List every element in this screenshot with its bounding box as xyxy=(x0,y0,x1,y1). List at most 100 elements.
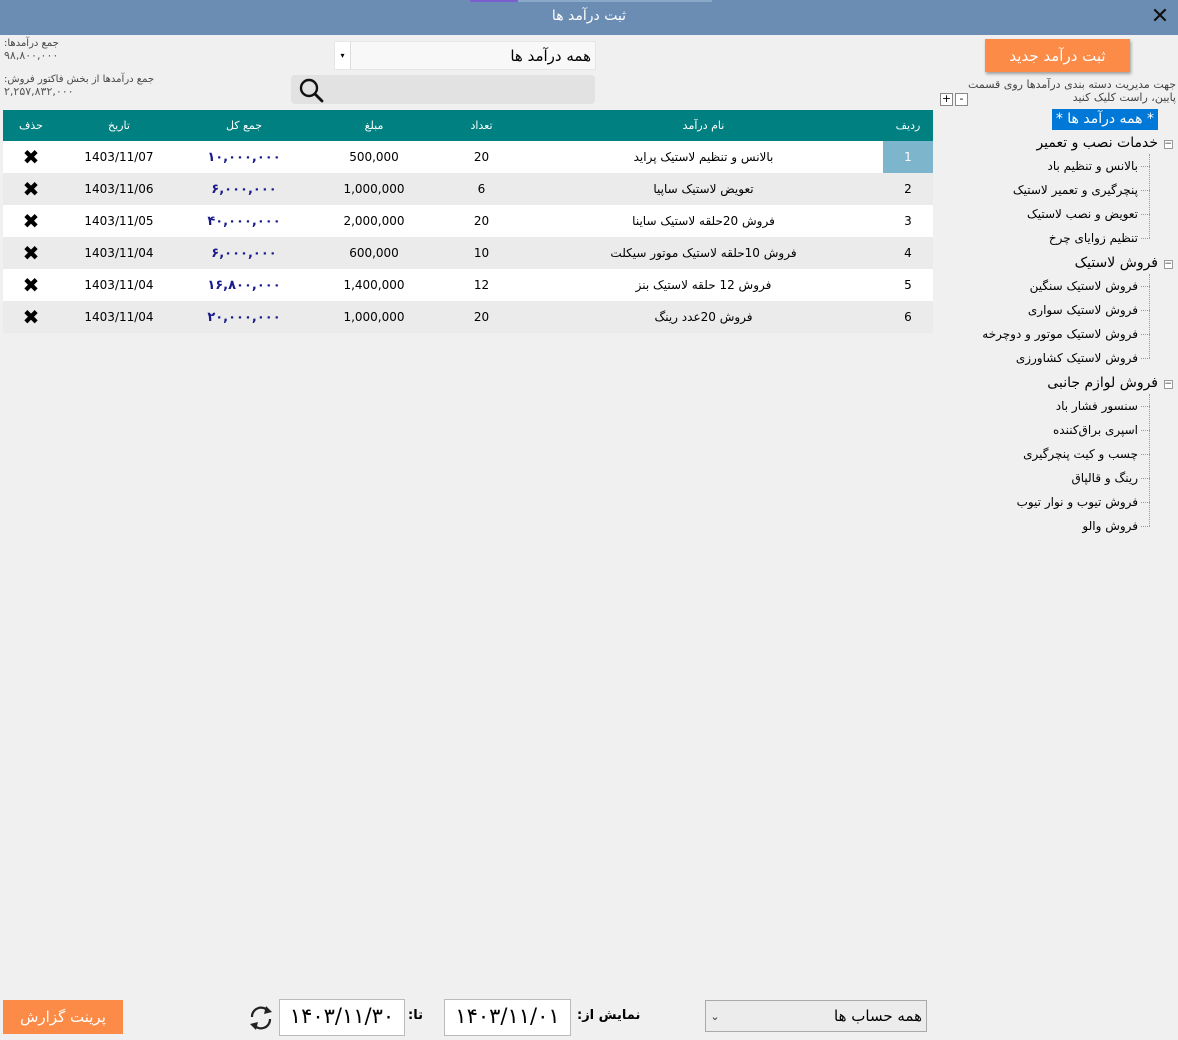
cell-date: 1403/11/05 xyxy=(59,205,179,237)
tree-item[interactable]: تعویض و نصب لاستیک xyxy=(1027,207,1138,221)
income-filter-select[interactable]: ▾ همه درآمد ها xyxy=(334,41,596,70)
header-delete[interactable]: حذف xyxy=(3,110,59,141)
tree-item[interactable]: فروش لاستیک موتور و دوچرخه xyxy=(982,327,1138,341)
to-date-label: تا: xyxy=(408,1008,423,1023)
cell-count: 20 xyxy=(439,141,524,173)
search-input[interactable] xyxy=(333,78,589,100)
delete-icon[interactable]: ✖ xyxy=(3,205,59,237)
collapse-all-button[interactable]: - xyxy=(955,93,968,106)
cell-row-number[interactable]: 1 xyxy=(883,141,933,173)
table-header-row: حذف تاریخ جمع کل مبلغ تعداد نام درآمد رد… xyxy=(3,110,933,141)
collapse-icon[interactable]: − xyxy=(1164,380,1173,389)
header-row[interactable]: ردیف xyxy=(883,110,933,141)
cell-row-number[interactable]: 5 xyxy=(883,269,933,301)
cell-amount: 1,400,000 xyxy=(309,269,439,301)
collapse-icon[interactable]: − xyxy=(1164,140,1173,149)
cell-name: تعویض لاستیک ساپیا xyxy=(524,173,883,205)
tree-item[interactable]: رینگ و قالپاق xyxy=(1071,471,1138,485)
dropdown-arrow-icon[interactable]: ▾ xyxy=(335,42,351,69)
tree-connector xyxy=(1141,214,1150,215)
invoice-income-label: جمع درآمدها از بخش فاکتور فروش: xyxy=(4,74,155,85)
tree-item[interactable]: پنچرگیری و تعمیر لاستیک xyxy=(1013,183,1138,197)
header-name[interactable]: نام درآمد xyxy=(524,110,883,141)
cell-row-number[interactable]: 6 xyxy=(883,301,933,333)
delete-icon[interactable]: ✖ xyxy=(3,141,59,173)
expand-all-button[interactable]: + xyxy=(940,93,953,106)
cell-row-number[interactable]: 4 xyxy=(883,237,933,269)
print-report-button[interactable]: پرینت گزارش xyxy=(3,1000,123,1034)
close-icon[interactable]: ✕ xyxy=(1148,4,1172,30)
cell-row-number[interactable]: 3 xyxy=(883,205,933,237)
delete-icon[interactable]: ✖ xyxy=(3,237,59,269)
tree-item[interactable]: فروش لاستیک کشاورزی xyxy=(1016,351,1138,365)
tree-item[interactable]: چسب و کیت پنچرگیری xyxy=(1023,447,1138,461)
table-row[interactable]: ✖ 1403/11/06 ۶,۰۰۰,۰۰۰ 1,000,000 6 تعویض… xyxy=(3,173,933,205)
tree-connector xyxy=(1141,190,1150,191)
search-box xyxy=(291,75,595,104)
total-income-value: ۹۸,۸۰۰,۰۰۰ xyxy=(4,49,59,62)
account-select[interactable]: ⌄ همه حساب ها xyxy=(705,1000,927,1032)
cell-count: 20 xyxy=(439,301,524,333)
tree-item[interactable]: فروش لاستیک سواری xyxy=(1028,303,1138,317)
tree-category-tire-sales[interactable]: فروش لاستیک xyxy=(1075,255,1158,271)
cell-row-number[interactable]: 2 xyxy=(883,173,933,205)
cell-name: فروش 20حلقه لاستیک ساینا xyxy=(524,205,883,237)
tree-connector xyxy=(1141,358,1150,359)
cell-date: 1403/11/07 xyxy=(59,141,179,173)
cell-amount: 500,000 xyxy=(309,141,439,173)
cell-date: 1403/11/04 xyxy=(59,301,179,333)
tree-connector xyxy=(1141,406,1150,407)
refresh-icon[interactable] xyxy=(246,1004,276,1032)
cell-total: ۱۰,۰۰۰,۰۰۰ xyxy=(179,141,309,173)
table-row[interactable]: ✖ 1403/11/04 ۱۶,۸۰۰,۰۰۰ 1,400,000 12 فرو… xyxy=(3,269,933,301)
tree-item[interactable]: اسپری براق‌کننده xyxy=(1053,423,1138,437)
header-amount[interactable]: مبلغ xyxy=(309,110,439,141)
cell-name: فروش 10حلقه لاستیک موتور سیکلت xyxy=(524,237,883,269)
delete-icon[interactable]: ✖ xyxy=(3,301,59,333)
cell-amount: 1,000,000 xyxy=(309,301,439,333)
header-total[interactable]: جمع کل xyxy=(179,110,309,141)
cell-date: 1403/11/04 xyxy=(59,237,179,269)
chevron-down-icon[interactable]: ⌄ xyxy=(706,1010,724,1023)
collapse-icon[interactable]: − xyxy=(1164,260,1173,269)
total-income-stat: جمع درآمدها: ۹۸,۸۰۰,۰۰۰ xyxy=(4,38,59,62)
tree-connector xyxy=(1141,310,1150,311)
tree-item[interactable]: تنظیم زوایای چرخ xyxy=(1049,231,1138,245)
tree-item[interactable]: سنسور فشار باد xyxy=(1056,399,1138,413)
tree-connector xyxy=(1141,526,1150,527)
table-row[interactable]: ✖ 1403/11/04 ۶,۰۰۰,۰۰۰ 600,000 10 فروش 1… xyxy=(3,237,933,269)
to-date-input[interactable]: ۱۴۰۳/۱۱/۳۰ xyxy=(279,999,405,1036)
tree-connector xyxy=(1141,454,1150,455)
tree-category-accessories[interactable]: فروش لوازم جانبی xyxy=(1047,375,1158,391)
invoice-income-value: ۲,۲۵۷,۸۳۲,۰۰۰ xyxy=(4,85,74,98)
cell-count: 12 xyxy=(439,269,524,301)
from-date-input[interactable]: ۱۴۰۳/۱۱/۰۱ xyxy=(444,999,571,1036)
table-row[interactable]: ✖ 1403/11/07 ۱۰,۰۰۰,۰۰۰ 500,000 20 بالان… xyxy=(3,141,933,173)
delete-icon[interactable]: ✖ xyxy=(3,269,59,301)
title-bar: ثبت درآمد ها ✕ xyxy=(0,0,1178,35)
search-icon[interactable] xyxy=(297,77,325,103)
title-accent-line xyxy=(470,0,712,2)
income-table: حذف تاریخ جمع کل مبلغ تعداد نام درآمد رد… xyxy=(3,110,933,996)
table-row[interactable]: ✖ 1403/11/04 ۲۰,۰۰۰,۰۰۰ 1,000,000 20 فرو… xyxy=(3,301,933,333)
tree-connector xyxy=(1141,334,1150,335)
add-income-button[interactable]: ثبت درآمد جدید xyxy=(985,39,1130,72)
table-row[interactable]: ✖ 1403/11/05 ۴۰,۰۰۰,۰۰۰ 2,000,000 20 فرو… xyxy=(3,205,933,237)
tree-connector xyxy=(1141,286,1150,287)
account-select-value: همه حساب ها xyxy=(834,1007,922,1025)
window-title: ثبت درآمد ها xyxy=(551,8,627,24)
cell-count: 10 xyxy=(439,237,524,269)
total-income-label: جمع درآمدها: xyxy=(4,38,59,49)
delete-icon[interactable]: ✖ xyxy=(3,173,59,205)
cell-amount: 600,000 xyxy=(309,237,439,269)
tree-item[interactable]: فروش والو xyxy=(1082,519,1138,533)
header-date[interactable]: تاریخ xyxy=(59,110,179,141)
category-hint-text: جهت مدیریت دسته بندی درآمدها روی قسمت پا… xyxy=(968,78,1176,104)
tree-connector xyxy=(1149,394,1150,526)
header-count[interactable]: تعداد xyxy=(439,110,524,141)
tree-item[interactable]: فروش تیوب و نوار تیوب xyxy=(1017,495,1138,509)
tree-category-installation[interactable]: خدمات نصب و تعمیر xyxy=(1036,135,1158,151)
tree-item[interactable]: فروش لاستیک سنگین xyxy=(1030,279,1138,293)
tree-root-all-income[interactable]: * همه درآمد ها * xyxy=(1051,109,1158,130)
tree-item[interactable]: بالانس و تنظیم باد xyxy=(1048,159,1138,173)
